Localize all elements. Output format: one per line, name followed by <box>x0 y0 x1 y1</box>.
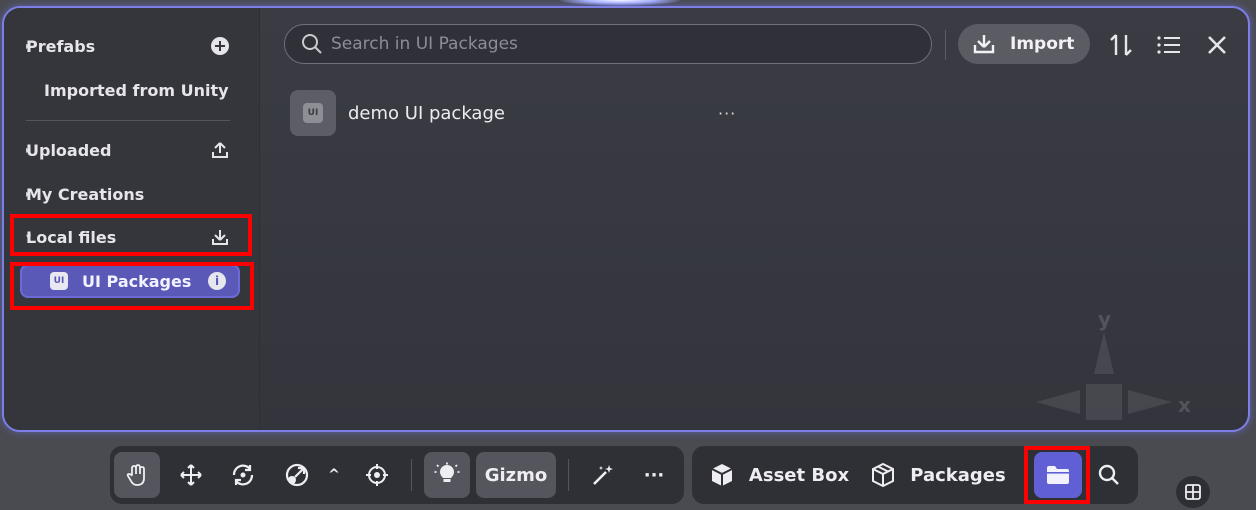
header-separator <box>945 30 946 60</box>
grid-view-button[interactable] <box>1176 476 1210 508</box>
light-toggle-button[interactable] <box>424 452 470 498</box>
packages-button[interactable]: Packages <box>868 452 1008 498</box>
add-circle-icon[interactable] <box>210 36 230 56</box>
sidebar: ▸ Prefabs Imported from Unity ▸ Uploaded… <box>4 8 260 430</box>
sidebar-item-imported-from-unity[interactable]: Imported from Unity <box>4 72 250 108</box>
scale-tool-button[interactable] <box>274 452 320 498</box>
magic-wand-icon <box>593 465 613 485</box>
sidebar-item-label: Imported from Unity <box>44 80 229 100</box>
import-icon <box>973 35 995 54</box>
lightbulb-icon <box>434 462 460 482</box>
magic-wand-button[interactable] <box>580 452 626 498</box>
transform-toolbar: ^ Gizmo ··· <box>110 446 684 504</box>
move-icon <box>180 464 202 486</box>
sidebar-item-label: Uploaded <box>26 140 112 160</box>
list-view-icon[interactable] <box>1156 32 1182 58</box>
search-input[interactable] <box>331 34 891 54</box>
gizmo-button[interactable]: Gizmo <box>476 452 556 498</box>
svg-text:x: x <box>1178 393 1191 417</box>
cube-icon <box>711 464 733 486</box>
rotate-icon <box>232 464 254 486</box>
sort-icon[interactable] <box>1108 32 1134 58</box>
hand-icon <box>126 464 145 486</box>
import-button[interactable]: Import <box>958 24 1090 64</box>
asset-box-button[interactable]: Asset Box <box>704 452 854 498</box>
sidebar-item-my-creations[interactable]: ▸ My Creations <box>4 176 250 212</box>
more-options-icon[interactable]: ··· <box>718 104 736 123</box>
asset-box-label: Asset Box <box>748 464 850 486</box>
search-button[interactable] <box>1086 452 1132 498</box>
highlight-box-local-files <box>10 214 252 256</box>
package-icon <box>872 462 895 488</box>
grid-icon <box>1185 484 1201 500</box>
crosshair-icon <box>366 464 388 486</box>
caret-up-icon[interactable]: ^ <box>322 452 346 498</box>
close-icon[interactable] <box>1204 32 1230 58</box>
sidebar-item-prefabs[interactable]: ▸ Prefabs <box>4 28 250 64</box>
search-icon <box>1098 464 1119 485</box>
sidebar-item-uploaded[interactable]: ▸ Uploaded <box>4 132 250 168</box>
scale-icon <box>285 463 309 487</box>
chevron-right-icon: ▸ <box>26 188 32 200</box>
chevron-right-icon: ▸ <box>26 40 32 52</box>
toolbar-separator <box>568 459 569 491</box>
sidebar-divider <box>26 120 230 121</box>
package-name: demo UI package <box>348 102 505 124</box>
rotate-tool-button[interactable] <box>220 452 266 498</box>
ui-package-icon: UI <box>290 90 336 136</box>
axis-gizmo: y x <box>1036 307 1191 420</box>
pivot-tool-button[interactable] <box>354 452 400 498</box>
highlight-box-ui-packages <box>10 262 254 310</box>
import-label: Import <box>1010 34 1075 54</box>
search-icon <box>302 34 322 54</box>
list-item[interactable]: UI demo UI package <box>290 90 505 136</box>
toolbar-separator <box>411 459 412 491</box>
sidebar-item-label: Prefabs <box>26 36 96 56</box>
packages-label: Packages <box>910 464 1006 486</box>
upload-icon[interactable] <box>210 140 230 160</box>
sidebar-item-label: My Creations <box>26 184 145 204</box>
move-tool-button[interactable] <box>168 452 214 498</box>
asset-panel: ▸ Prefabs Imported from Unity ▸ Uploaded… <box>2 6 1250 432</box>
search-bar[interactable] <box>284 24 932 64</box>
svg-text:y: y <box>1098 307 1111 331</box>
hand-tool-button[interactable] <box>114 452 160 498</box>
more-tools-icon[interactable]: ··· <box>634 452 674 498</box>
chevron-right-icon: ▸ <box>26 144 32 156</box>
highlight-box-folder <box>1024 446 1090 504</box>
